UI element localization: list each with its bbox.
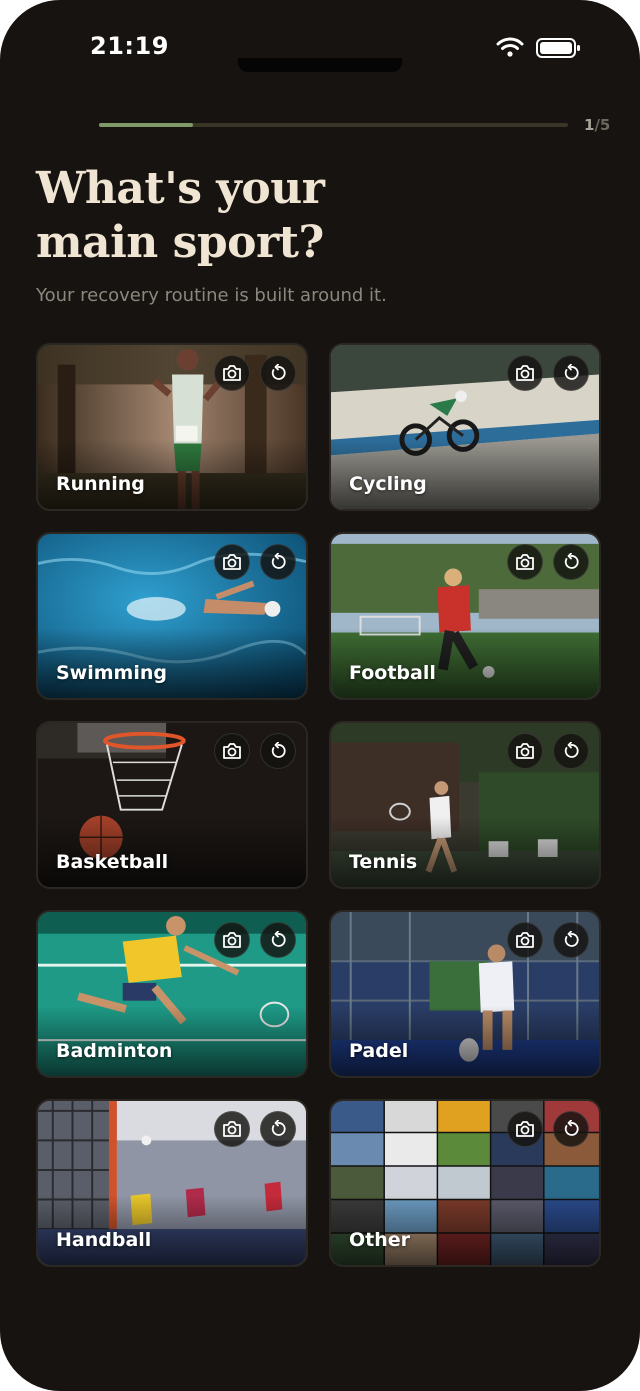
- reset-photo-button[interactable]: [260, 733, 296, 769]
- rotate-ccw-icon: [271, 1120, 286, 1136]
- device-notch: [238, 58, 402, 72]
- wifi-icon: [496, 37, 524, 57]
- photo-button[interactable]: [507, 1111, 543, 1147]
- camera-icon: [516, 932, 534, 948]
- photo-button[interactable]: [507, 922, 543, 958]
- rotate-ccw-icon: [564, 553, 579, 569]
- rotate-ccw-icon: [271, 931, 286, 947]
- rotate-ccw-icon: [564, 742, 579, 758]
- reset-photo-button[interactable]: [260, 922, 296, 958]
- reset-photo-button[interactable]: [260, 1111, 296, 1147]
- sport-label: Handball: [56, 1229, 152, 1251]
- photo-button[interactable]: [507, 544, 543, 580]
- sport-card-other[interactable]: Other: [329, 1099, 601, 1267]
- sport-label: Cycling: [349, 473, 427, 495]
- step-total: 5: [599, 116, 611, 134]
- sport-card-badminton[interactable]: Badminton: [36, 910, 308, 1078]
- sport-card-handball[interactable]: Handball: [36, 1099, 308, 1267]
- sport-card-cycling[interactable]: Cycling: [329, 343, 601, 511]
- photo-button[interactable]: [507, 733, 543, 769]
- onboarding-progress-bar: [99, 123, 568, 127]
- rotate-ccw-icon: [564, 1120, 579, 1136]
- app-screen: 21:19 1/5 What's your main sport? Your r…: [0, 0, 640, 1391]
- status-bar: 21:19: [0, 0, 640, 80]
- reset-photo-button[interactable]: [260, 544, 296, 580]
- camera-icon: [516, 365, 534, 381]
- camera-icon: [223, 554, 241, 570]
- sport-label: Football: [349, 662, 436, 684]
- reset-photo-button[interactable]: [553, 544, 589, 580]
- rotate-ccw-icon: [564, 931, 579, 947]
- sport-card-swimming[interactable]: Swimming: [36, 532, 308, 700]
- reset-photo-button[interactable]: [553, 733, 589, 769]
- sport-label: Basketball: [56, 851, 169, 873]
- step-current: 1: [584, 116, 595, 134]
- reset-photo-button[interactable]: [553, 355, 589, 391]
- camera-icon: [223, 365, 241, 381]
- sport-label: Running: [56, 473, 145, 495]
- page-title: What's your main sport?: [36, 163, 325, 268]
- camera-icon: [516, 554, 534, 570]
- photo-button[interactable]: [507, 355, 543, 391]
- camera-icon: [223, 932, 241, 948]
- sport-label: Padel: [349, 1040, 409, 1062]
- camera-icon: [516, 1121, 534, 1137]
- sport-card-running[interactable]: Running: [36, 343, 308, 511]
- sport-card-tennis[interactable]: Tennis: [329, 721, 601, 889]
- rotate-ccw-icon: [564, 364, 579, 380]
- onboarding-progress-fill: [99, 123, 193, 127]
- sport-label: Other: [349, 1229, 411, 1251]
- photo-button[interactable]: [214, 922, 250, 958]
- rotate-ccw-icon: [271, 364, 286, 380]
- rotate-ccw-icon: [271, 553, 286, 569]
- photo-button[interactable]: [214, 1111, 250, 1147]
- status-time: 21:19: [90, 32, 169, 60]
- battery-icon: [536, 38, 580, 58]
- sport-card-basketball[interactable]: Basketball: [36, 721, 308, 889]
- sport-card-padel[interactable]: Padel: [329, 910, 601, 1078]
- camera-icon: [223, 1121, 241, 1137]
- sport-label: Tennis: [349, 851, 418, 873]
- step-counter: 1/5: [584, 116, 610, 134]
- photo-button[interactable]: [214, 355, 250, 391]
- sport-card-football[interactable]: Football: [329, 532, 601, 700]
- camera-icon: [516, 743, 534, 759]
- photo-button[interactable]: [214, 733, 250, 769]
- rotate-ccw-icon: [271, 742, 286, 758]
- photo-button[interactable]: [214, 544, 250, 580]
- camera-icon: [223, 743, 241, 759]
- sport-label: Badminton: [56, 1040, 173, 1062]
- page-subtitle: Your recovery routine is built around it…: [36, 285, 387, 306]
- sport-label: Swimming: [56, 662, 167, 684]
- reset-photo-button[interactable]: [260, 355, 296, 391]
- reset-photo-button[interactable]: [553, 922, 589, 958]
- reset-photo-button[interactable]: [553, 1111, 589, 1147]
